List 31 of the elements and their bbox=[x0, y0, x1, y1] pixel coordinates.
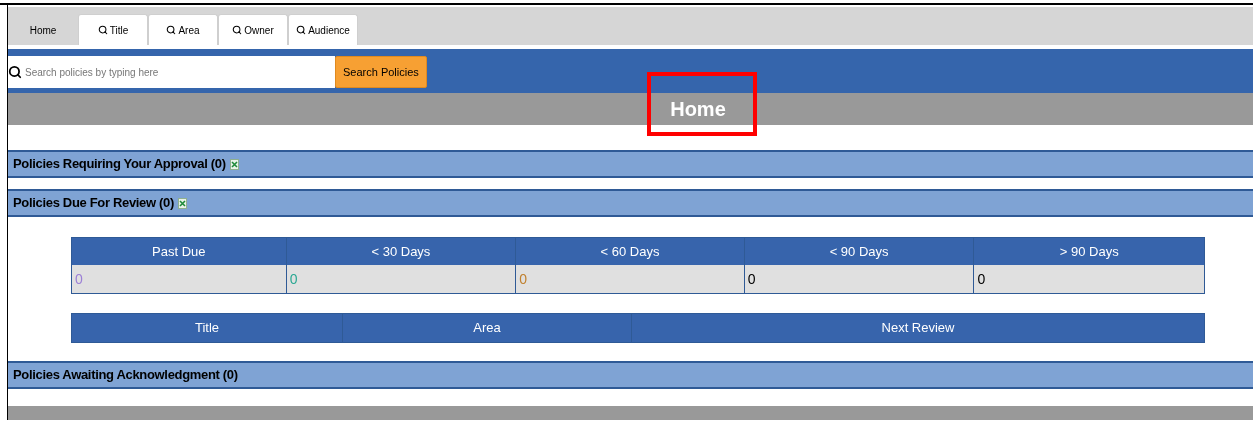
section-title: Policies Requiring Your Approval (0) bbox=[13, 155, 226, 174]
column-header: Next Review bbox=[631, 314, 1204, 342]
count-value: 0 bbox=[976, 269, 987, 289]
section-header[interactable]: Policies Due For Review (0) bbox=[8, 189, 1253, 217]
search-icon bbox=[232, 25, 243, 35]
count-value: 0 bbox=[74, 269, 84, 289]
spreadsheet-icon[interactable] bbox=[178, 197, 187, 209]
column-header: < 30 Days bbox=[286, 238, 516, 265]
tab[interactable]: Area bbox=[148, 14, 218, 45]
column-header: > 90 Days bbox=[974, 238, 1204, 265]
search-button[interactable]: Search Policies bbox=[335, 56, 427, 88]
column-header: < 60 Days bbox=[516, 238, 744, 265]
count-value: 0 bbox=[288, 269, 299, 289]
section-title: Policies Awaiting Acknowledgment (0) bbox=[13, 366, 238, 385]
search-icon bbox=[166, 25, 177, 35]
tab[interactable]: Title bbox=[78, 14, 148, 45]
page-title: Home bbox=[670, 97, 726, 122]
column-header: Area bbox=[342, 314, 631, 342]
section-header[interactable]: Policies Awaiting Acknowledgment (0) bbox=[8, 361, 1253, 389]
count-value: 0 bbox=[746, 269, 757, 289]
search-icon bbox=[97, 25, 108, 35]
column-header: < 90 Days bbox=[744, 238, 974, 265]
search-icon bbox=[296, 25, 307, 35]
column-header: Past Due bbox=[72, 238, 286, 265]
column-header: Title bbox=[72, 314, 342, 342]
section-title: Policies Due For Review (0) bbox=[13, 194, 174, 213]
tab[interactable]: Owner bbox=[218, 14, 288, 45]
tab[interactable]: Audience bbox=[288, 14, 358, 45]
section-header[interactable]: Policies Requiring Your Approval (0) bbox=[8, 150, 1253, 178]
count-value: 0 bbox=[518, 269, 528, 289]
spreadsheet-icon[interactable] bbox=[229, 158, 239, 170]
